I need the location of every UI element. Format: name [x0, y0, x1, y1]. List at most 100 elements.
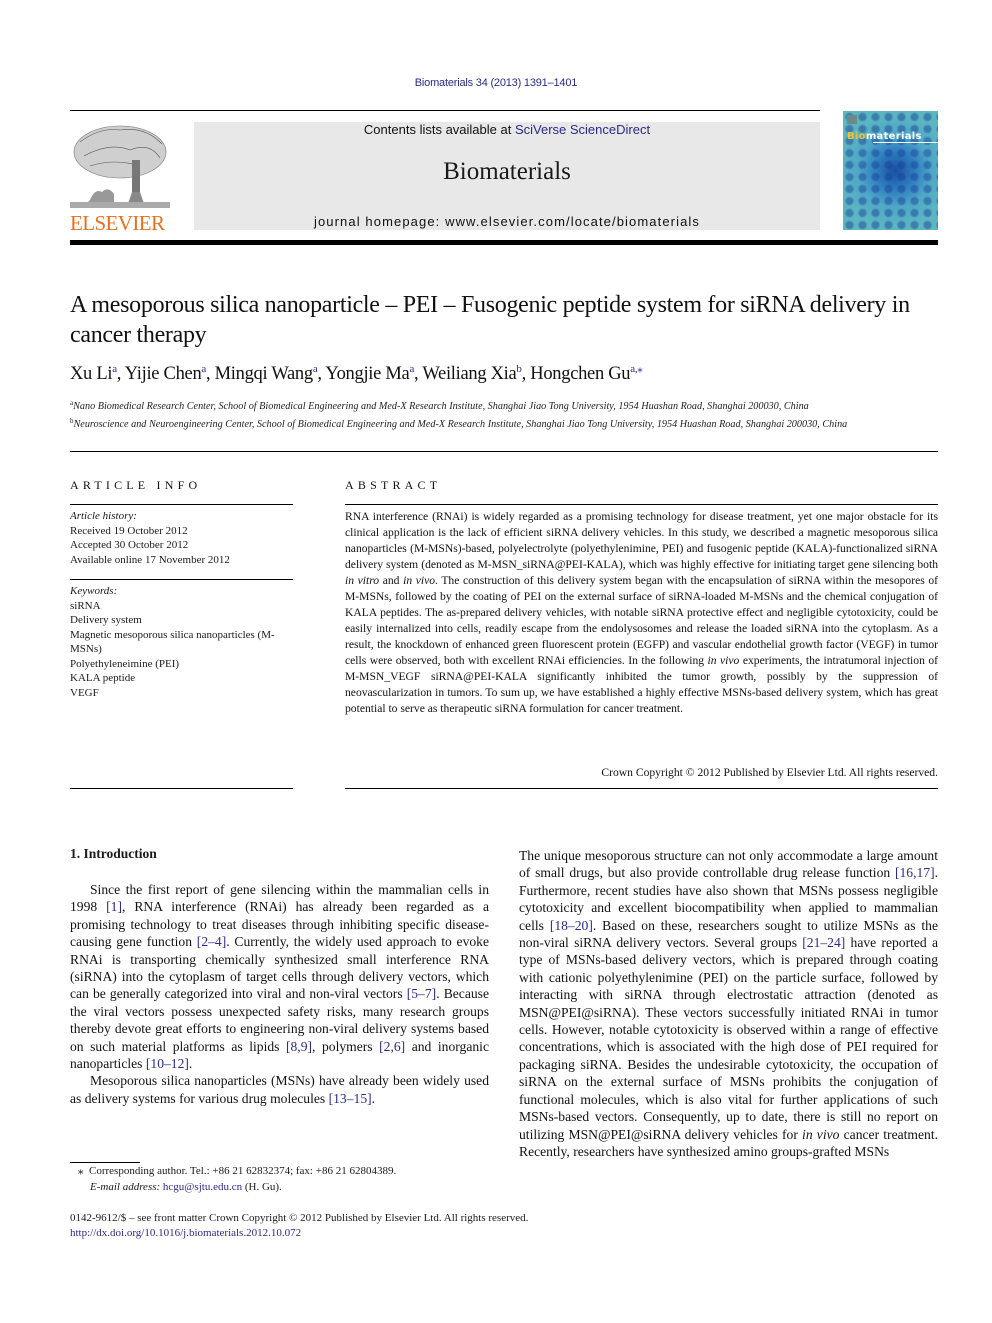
elsevier-tree-icon: [70, 125, 170, 208]
journal-title: Biomaterials: [443, 158, 571, 185]
affiliation: aNano Biomedical Research Center, School…: [70, 396, 940, 414]
author-name[interactable]: Yijie Chen: [125, 364, 202, 384]
keyword: Delivery system: [70, 614, 142, 626]
affiliation-text: Neuroscience and Neuroengineering Center…: [73, 419, 848, 430]
elsevier-logo[interactable]: ELSEVIER: [70, 122, 170, 235]
bottom-publication-info: 0142-9612/$ – see front matter Crown Cop…: [70, 1211, 940, 1241]
cover-divider: [873, 142, 938, 143]
body-text: .: [188, 1056, 193, 1072]
title-block-rule: [70, 451, 938, 452]
keyword: siRNA: [70, 599, 101, 612]
citation-link[interactable]: [2,6]: [379, 1039, 405, 1054]
header-bottom-rule: [70, 240, 938, 245]
footnote-email: E-mail address: hcgu@sjtu.edu.cn (H. Gu)…: [70, 1179, 500, 1195]
author-list: Xu Lia, Yijie Chena, Mingqi Wanga, Yongj…: [70, 363, 643, 384]
footnote-corresponding: ⁎ Corresponding author. Tel.: +86 21 628…: [70, 1163, 500, 1179]
abstract-italic-text: in vivo: [707, 654, 740, 667]
article-title: A mesoporous silica nanoparticle – PEI –…: [70, 292, 910, 348]
contents-prefix: Contents lists available at: [363, 122, 515, 137]
abstract-bottom-rule: [345, 788, 938, 789]
citation-link[interactable]: [21–24]: [802, 935, 845, 950]
journal-citation[interactable]: Biomaterials 34 (2013) 1391–1401: [0, 77, 992, 89]
cover-logo-icon: [847, 115, 857, 124]
keyword: Magnetic mesoporous silica nanoparticles…: [70, 628, 275, 656]
history-received: Received 19 October 2012: [70, 524, 188, 537]
author-name[interactable]: Hongchen Gu: [530, 364, 630, 384]
author-affiliation-marker[interactable]: a: [313, 363, 318, 375]
keyword: KALA peptide: [70, 672, 136, 684]
body-text: , polymers: [312, 1038, 380, 1054]
sciencedirect-link[interactable]: SciVerse ScienceDirect: [515, 122, 650, 137]
author-affiliation-marker[interactable]: a,⁎: [630, 363, 643, 375]
affiliation: bNeuroscience and Neuroengineering Cente…: [70, 414, 940, 432]
history-online: Available online 17 November 2012: [70, 553, 230, 566]
abstract-text: RNA interference (RNAi) is widely regard…: [345, 510, 938, 571]
article-info-heading: ARTICLE INFO: [70, 478, 202, 492]
email-link[interactable]: hcgu@sjtu.edu.cn: [163, 1181, 242, 1193]
body-text: have reported a type of MSNs-based deliv…: [519, 935, 938, 1142]
author-affiliation-marker[interactable]: b: [516, 363, 522, 375]
history-accepted: Accepted 30 October 2012: [70, 539, 189, 551]
citation-link[interactable]: [16,17]: [895, 865, 935, 880]
journal-cover-thumbnail[interactable]: Biomaterials: [843, 111, 938, 230]
history-label: Article history:: [70, 510, 137, 522]
intro-left-column: Since the first report of gene silencing…: [70, 881, 489, 1107]
article-info-rule: [70, 504, 293, 505]
footnote-contact: Corresponding author. Tel.: +86 21 62832…: [89, 1165, 397, 1177]
keywords-label: Keywords:: [70, 585, 118, 597]
footnote-marker: ⁎: [78, 1165, 84, 1177]
keyword: Polyethyleneimine (PEI): [70, 657, 180, 670]
journal-homepage[interactable]: journal homepage: www.elsevier.com/locat…: [194, 214, 820, 229]
citation-link[interactable]: [8,9]: [286, 1039, 312, 1054]
paragraph: Since the first report of gene silencing…: [70, 881, 489, 1072]
article-history: Article history: Received 19 October 201…: [70, 509, 293, 567]
elsevier-wordmark: ELSEVIER: [70, 211, 165, 235]
citation-link[interactable]: [18–20]: [550, 918, 593, 933]
introduction-heading: 1. Introduction: [70, 846, 157, 861]
affiliation-text: Nano Biomedical Research Center, School …: [73, 401, 809, 412]
citation-link[interactable]: [1]: [106, 899, 122, 914]
citation-link[interactable]: [5–7]: [407, 986, 436, 1001]
keyword: VEGF: [70, 686, 99, 699]
issn-line: 0142-9612/$ – see front matter Crown Cop…: [70, 1212, 529, 1224]
article-info-bottom-rule: [70, 788, 293, 789]
citation-link[interactable]: [10–12]: [146, 1056, 189, 1071]
keywords-list: siRNA Delivery system Magnetic mesoporous …: [70, 599, 293, 701]
citation-link[interactable]: [13–15]: [329, 1091, 372, 1106]
cover-title-highlight: Bio: [847, 131, 866, 142]
italic-text: in vivo: [802, 1126, 840, 1142]
abstract-copyright: Crown Copyright © 2012 Published by Else…: [601, 766, 938, 779]
abstract-italic-text: in vivo: [403, 574, 436, 587]
citation-link[interactable]: [2–4]: [197, 934, 226, 949]
abstract-rule: [345, 504, 938, 505]
abstract-body: RNA interference (RNAi) is widely regard…: [345, 509, 938, 717]
author-affiliation-marker[interactable]: a: [201, 363, 206, 375]
abstract-heading: ABSTRACT: [345, 478, 442, 492]
paragraph: Mesoporous silica nanoparticles (MSNs) h…: [70, 1072, 489, 1107]
corresponding-author-footnote: ⁎ Corresponding author. Tel.: +86 21 628…: [70, 1163, 500, 1195]
author-name[interactable]: Mingqi Wang: [215, 364, 313, 384]
affiliations: aNano Biomedical Research Center, School…: [70, 396, 940, 432]
body-text: Mesoporous silica nanoparticles (MSNs) h…: [70, 1073, 489, 1106]
author-affiliation-marker[interactable]: a: [112, 363, 117, 375]
abstract-italic-text: in vitro: [345, 574, 380, 587]
abstract-text: and: [379, 574, 404, 587]
keywords-block: Keywords: siRNA Delivery system Magnetic m…: [70, 584, 293, 700]
cover-pattern: [843, 111, 938, 230]
body-text: The unique mesoporous structure can not …: [519, 848, 938, 881]
history-rule: [70, 579, 293, 580]
paragraph: The unique mesoporous structure can not …: [519, 847, 938, 1160]
cover-title: Biomaterials: [847, 131, 922, 142]
doi-link[interactable]: http://dx.doi.org/10.1016/j.biomaterials…: [70, 1226, 940, 1241]
contents-availability: Contents lists available at SciVerse Sci…: [194, 122, 820, 137]
email-suffix: (H. Gu).: [242, 1181, 282, 1193]
journal-banner: Contents lists available at SciVerse Sci…: [194, 122, 820, 230]
intro-right-column: The unique mesoporous structure can not …: [519, 847, 938, 1160]
body-text: .: [371, 1090, 376, 1106]
author-affiliation-marker[interactable]: a: [409, 363, 414, 375]
header-top-rule: [70, 110, 820, 111]
author-name[interactable]: Weiliang Xia: [422, 364, 516, 384]
author-name[interactable]: Xu Li: [70, 364, 112, 384]
email-label: E-mail address:: [90, 1181, 163, 1193]
author-name[interactable]: Yongjie Ma: [325, 364, 409, 384]
